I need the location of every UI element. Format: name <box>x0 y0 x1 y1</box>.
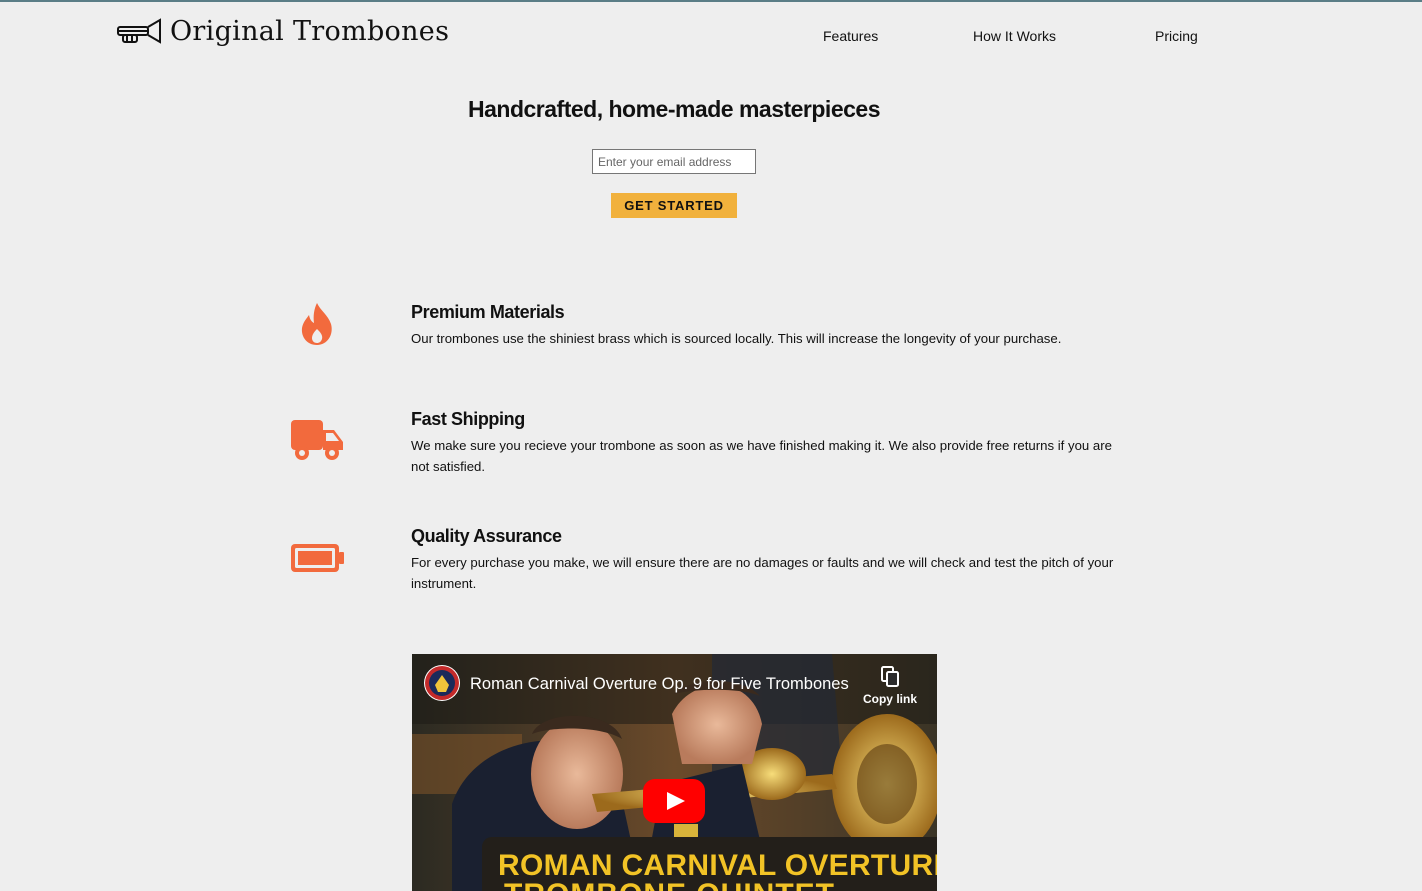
brand-name: Original Trombones <box>170 16 450 47</box>
copy-link-button[interactable]: Copy link <box>858 664 922 708</box>
truck-icon <box>291 420 343 460</box>
feature-title-fast-shipping: Fast Shipping <box>411 409 525 429</box>
email-input[interactable] <box>592 149 756 174</box>
feature-title-quality-assurance: Quality Assurance <box>411 526 562 546</box>
trombone-icon <box>117 17 161 44</box>
nav-link-features[interactable]: Features <box>823 28 878 44</box>
feature-title-premium-materials: Premium Materials <box>411 302 565 322</box>
get-started-button[interactable]: GET STARTED <box>611 193 737 218</box>
fire-icon <box>301 303 332 345</box>
brand-logo[interactable]: Original Trombones <box>116 16 449 47</box>
feature-text-fast-shipping: We make sure you recieve your trombone a… <box>411 438 1112 474</box>
army-seal-icon <box>425 666 459 700</box>
video-title[interactable]: Roman Carnival Overture Op. 9 for Five T… <box>470 675 849 694</box>
channel-avatar[interactable] <box>424 665 460 701</box>
hero-title: Handcrafted, home-made masterpieces <box>468 96 881 122</box>
battery-icon <box>291 544 344 572</box>
nav-link-pricing[interactable]: Pricing <box>1155 28 1198 44</box>
copy-link-label: Copy link <box>862 692 917 706</box>
site-header: Original Trombones Features How It Works… <box>0 2 1422 68</box>
video-embed[interactable]: Roman Carnival Overture Op. 9 for Five T… <box>412 654 937 891</box>
feature-text-premium-materials: Our trombones use the shiniest brass whi… <box>411 331 1062 346</box>
play-button[interactable] <box>643 779 705 823</box>
copy-icon <box>881 666 899 687</box>
feature-text-quality-assurance: For every purchase you make, we will ens… <box>411 555 1114 591</box>
video-banner-line2: TROMBONE QUINTET <box>504 878 835 891</box>
nav-link-how-it-works[interactable]: How It Works <box>973 28 1056 44</box>
